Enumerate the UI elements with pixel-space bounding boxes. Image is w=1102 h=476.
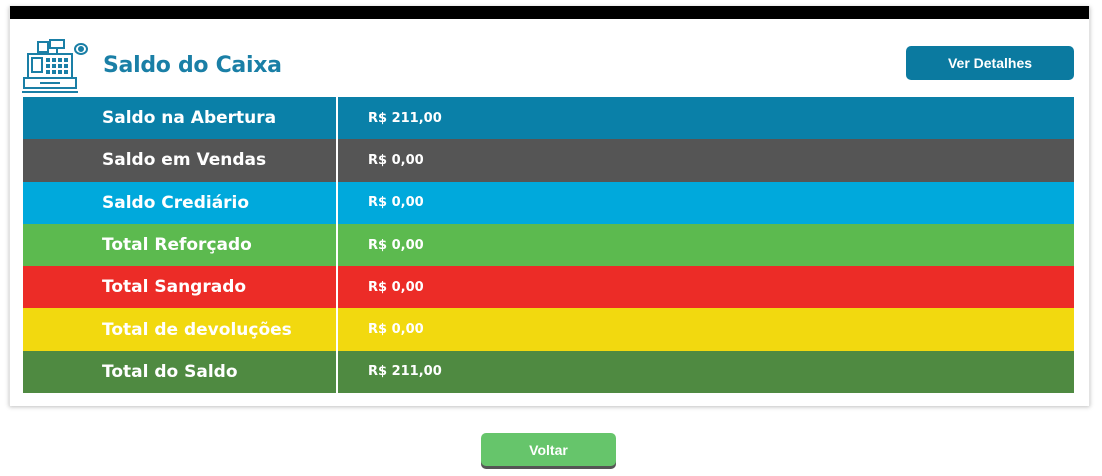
row-label: Saldo Crediário [23,181,338,224]
row-value: R$ 0,00 [368,322,424,338]
row-value: R$ 0,00 [368,279,424,295]
page-title: Saldo do Caixa [103,53,282,78]
table-row: Total Sangrado R$ 0,00 [23,266,1074,309]
row-label: Saldo na Abertura [23,97,338,140]
table-row: Total de devoluções R$ 0,00 [23,308,1074,351]
table-row: Saldo na Abertura R$ 211,00 [23,97,1074,140]
balance-panel: Saldo do Caixa Ver Detalhes Saldo na Abe… [9,6,1090,406]
table-row: Total Reforçado R$ 0,00 [23,223,1074,267]
balance-table: Saldo na Abertura R$ 211,00 Saldo em Venda… [23,97,1074,394]
row-label: Total do Saldo [23,350,338,394]
view-details-button[interactable]: Ver Detalhes [906,46,1074,80]
table-row: Saldo Crediário R$ 0,00 [23,181,1074,224]
cash-register-icon [22,39,88,93]
row-value: R$ 0,00 [368,237,424,253]
row-value: R$ 0,00 [368,152,424,168]
table-row: Total do Saldo R$ 211,00 [23,350,1074,394]
row-value: R$ 0,00 [368,195,424,211]
row-label: Total Reforçado [23,223,338,267]
top-bar [10,6,1089,19]
panel-header: Saldo do Caixa Ver Detalhes [10,19,1089,97]
table-row: Saldo em Vendas R$ 0,00 [23,139,1074,182]
row-label: Total de devoluções [23,308,338,351]
row-value: R$ 211,00 [368,110,442,126]
row-label: Saldo em Vendas [23,139,338,182]
back-button[interactable]: Voltar [481,433,616,466]
row-value: R$ 211,00 [368,364,442,380]
row-label: Total Sangrado [23,266,338,309]
